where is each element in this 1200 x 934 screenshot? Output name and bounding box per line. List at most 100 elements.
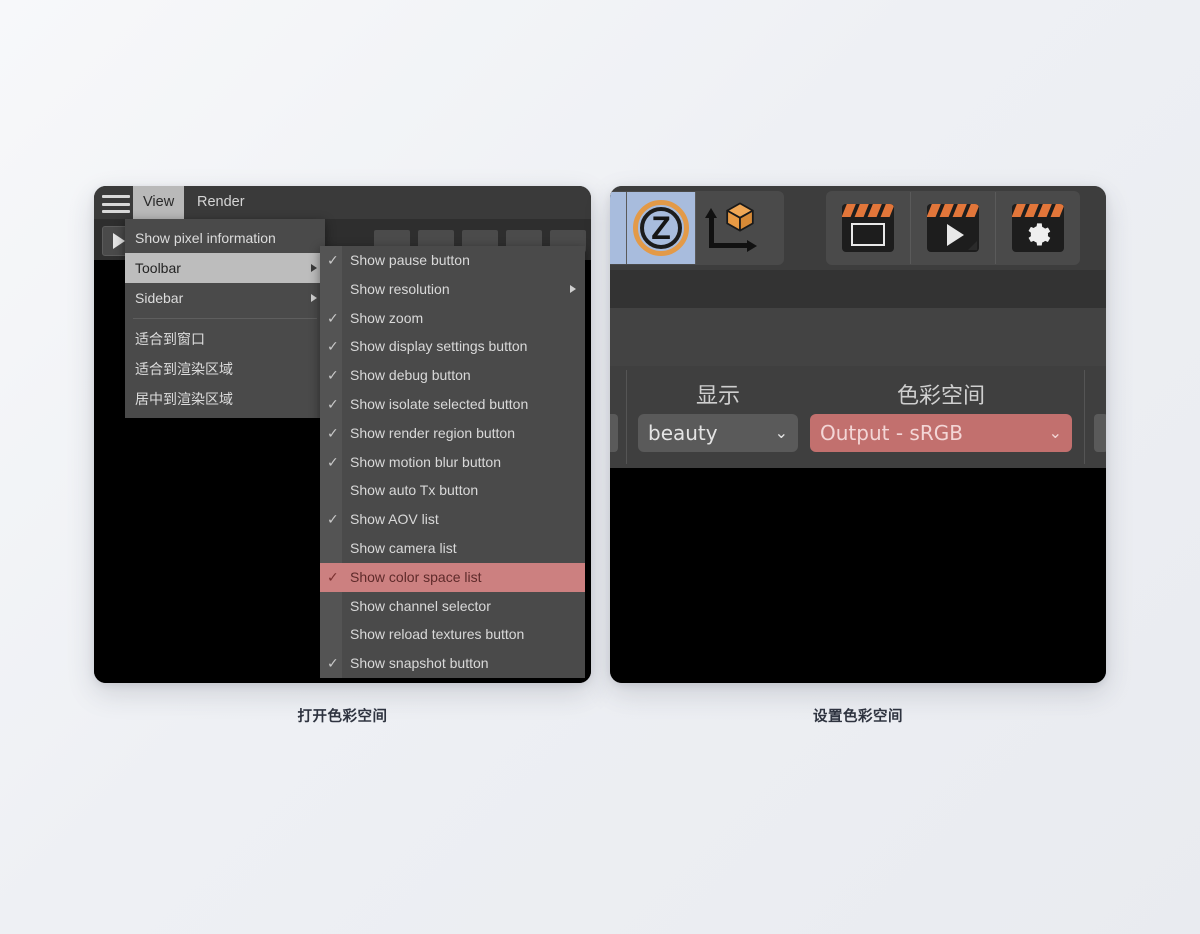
right-figure: Z 显示 beauty ⌄ 色彩空间 Output - sRGB ⌄ 设置色彩空…: [610, 186, 1106, 726]
hamburger-menu-icon[interactable]: [102, 194, 130, 214]
submenu-item-show-auto-tx-button[interactable]: Show auto Tx button: [320, 476, 585, 505]
submenu-item-show-display-settings-button[interactable]: ✓ Show display settings button: [320, 332, 585, 361]
submenu-item-show-channel-selector[interactable]: Show channel selector: [320, 592, 585, 621]
submenu-item-show-reload-textures-button[interactable]: Show reload textures button: [320, 620, 585, 649]
color-space-dropdown-value: Output - sRGB: [820, 421, 963, 445]
submenu-item-label: Show debug button: [350, 367, 471, 384]
clapper-glyph: [842, 217, 894, 252]
submenu-item-label: Show snapshot button: [350, 655, 489, 672]
gear-icon: [1028, 222, 1051, 245]
menu-item-center-render-region[interactable]: 居中到渲染区域: [125, 384, 325, 414]
left-figure: View Render Show pixel information Toolb…: [94, 186, 591, 726]
clapper-stripes: [927, 204, 979, 217]
clapper-settings-icon[interactable]: [995, 192, 1080, 264]
display-dropdown[interactable]: beauty ⌄: [638, 414, 798, 452]
toolbar-group-left: Z: [610, 191, 784, 265]
color-space-dropdown[interactable]: Output - sRGB ⌄: [810, 414, 1072, 452]
submenu-item-label: Show display settings button: [350, 338, 528, 355]
render-view-status-band: [610, 270, 1106, 308]
display-dropdown-value: beauty: [648, 421, 718, 445]
submenu-item-show-render-region-button[interactable]: ✓ Show render region button: [320, 419, 585, 448]
submenu-item-label: Show reload textures button: [350, 626, 525, 643]
clapperboard: [927, 204, 979, 252]
menu-view[interactable]: View: [133, 186, 185, 219]
menu-render[interactable]: Render: [187, 186, 255, 219]
submenu-item-label: Show motion blur button: [350, 453, 501, 470]
menu-separator: [133, 318, 317, 319]
axis-x: [709, 243, 749, 248]
z-logo-icon[interactable]: Z: [626, 192, 695, 264]
view-dropdown-menu: Show pixel information Toolbar Sidebar 适…: [125, 219, 325, 418]
color-space-column-label: 色彩空间: [896, 384, 985, 409]
chevron-down-icon: ⌄: [774, 425, 788, 442]
play-icon: [946, 223, 964, 246]
partial-control-left[interactable]: [610, 414, 618, 452]
submenu-item-label: Show isolate selected button: [350, 395, 529, 412]
clapperboard: [1012, 204, 1064, 252]
submenu-item-label: Show render region button: [350, 424, 515, 441]
z-letter: Z: [651, 209, 671, 246]
submenu-item-label: Show pause button: [350, 252, 470, 268]
submenu-item-label: Show zoom: [350, 309, 424, 326]
axis-arrow-right: [747, 240, 757, 252]
clapper-play-icon[interactable]: [910, 192, 995, 264]
z-badge: Z: [633, 200, 689, 256]
submenu-item-show-zoom[interactable]: ✓ Show zoom: [320, 304, 585, 333]
submenu-item-label: Show camera list: [350, 539, 457, 556]
hamburger-line: [102, 195, 130, 198]
rectangle-icon: [851, 223, 885, 246]
menu-item-label: Sidebar: [135, 290, 184, 306]
dropdown-corner-icon: [968, 241, 977, 250]
column-divider: [1084, 370, 1085, 464]
menu-item-sidebar[interactable]: Sidebar: [125, 283, 325, 313]
chevron-down-icon: ⌄: [1048, 425, 1062, 442]
toolbar-submenu: ✓ Show pause button Show resolution ✓ Sh…: [320, 246, 585, 678]
hamburger-line: [102, 210, 130, 213]
clapper-region-icon[interactable]: [826, 192, 910, 264]
check-icon: ✓: [327, 511, 339, 528]
chevron-right-icon: [311, 264, 317, 272]
submenu-item-show-color-space-list[interactable]: ✓ Show color space list: [320, 562, 585, 592]
axis-cube-icon[interactable]: [695, 192, 764, 264]
clapperboard: [842, 204, 894, 252]
chevron-right-icon: [311, 294, 317, 302]
check-icon: ✓: [327, 338, 339, 355]
check-icon: ✓: [327, 252, 339, 268]
submenu-item-show-debug-button[interactable]: ✓ Show debug button: [320, 361, 585, 390]
check-icon: ✓: [327, 568, 339, 585]
clapper-stripes: [842, 204, 894, 217]
menu-item-fit-to-render-region[interactable]: 适合到渲染区域: [125, 354, 325, 384]
submenu-item-show-aov-list[interactable]: ✓ Show AOV list: [320, 505, 585, 534]
submenu-item-show-camera-list[interactable]: Show camera list: [320, 534, 585, 563]
submenu-item-show-snapshot-button[interactable]: ✓ Show snapshot button: [320, 649, 585, 678]
hamburger-line: [102, 202, 130, 206]
render-output-area: [610, 468, 1106, 683]
clapper-stripes: [1012, 204, 1064, 217]
submenu-item-label: Show AOV list: [350, 511, 439, 528]
submenu-item-show-pause-button[interactable]: ✓ Show pause button: [320, 246, 585, 275]
check-icon: ✓: [327, 655, 339, 672]
partial-control-right[interactable]: [1094, 414, 1106, 452]
submenu-item-show-motion-blur-button[interactable]: ✓ Show motion blur button: [320, 448, 585, 477]
z-logo-partial-icon[interactable]: [610, 192, 626, 264]
menu-item-show-pixel-information[interactable]: Show pixel information: [125, 223, 325, 253]
submenu-item-show-isolate-selected-button[interactable]: ✓ Show isolate selected button: [320, 390, 585, 419]
submenu-item-show-resolution[interactable]: Show resolution: [320, 275, 585, 304]
menu-item-toolbar[interactable]: Toolbar: [125, 253, 325, 283]
check-icon: ✓: [327, 395, 339, 412]
chevron-right-icon: [570, 285, 576, 294]
right-figure-caption: 设置色彩空间: [813, 709, 903, 725]
submenu-item-label: Show channel selector: [350, 597, 491, 614]
clapper-glyph: [1012, 217, 1064, 252]
render-view-window-right: Z 显示 beauty ⌄ 色彩空间 Output - sRGB ⌄: [610, 186, 1106, 683]
play-icon: [112, 233, 125, 249]
submenu-item-label: Show resolution: [350, 280, 450, 297]
z-ring-partial: [610, 200, 620, 256]
axis-gizmo: [701, 200, 759, 256]
menu-bar: View Render: [94, 186, 591, 219]
display-column-label: 显示: [695, 384, 740, 409]
check-icon: ✓: [327, 453, 339, 470]
menu-item-fit-to-window[interactable]: 适合到窗口: [125, 324, 325, 354]
submenu-item-label: Show auto Tx button: [350, 482, 479, 499]
render-view-toolbar: Z: [610, 186, 1106, 270]
